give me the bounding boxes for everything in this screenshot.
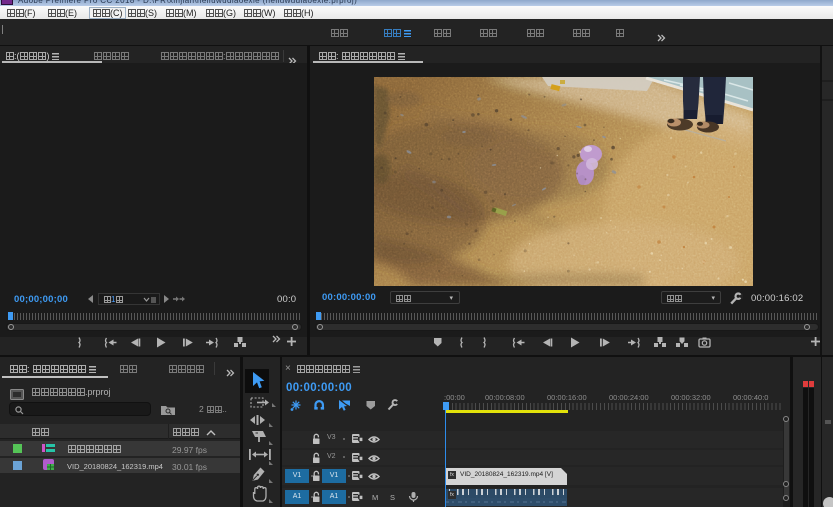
svg-text:S: S	[390, 493, 395, 502]
svg-text:M: M	[372, 493, 378, 502]
